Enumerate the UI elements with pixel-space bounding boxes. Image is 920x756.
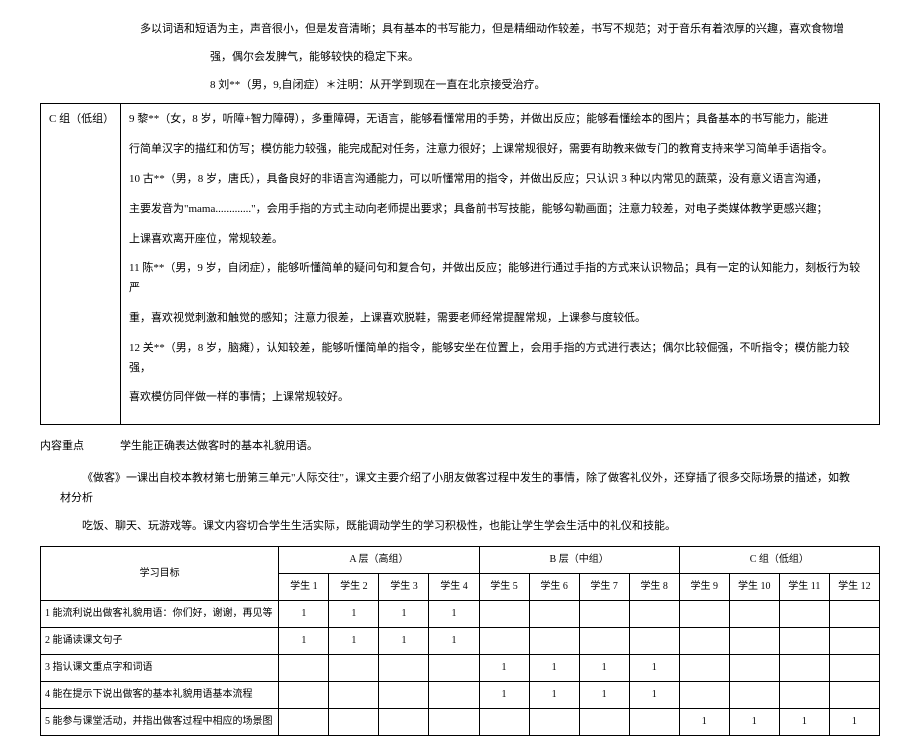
gc-p4: 主要发音为"mama............."，会用手指的方式主动向老师提出要… <box>129 200 871 220</box>
mark-cell: 1 <box>329 601 379 628</box>
gc-p2: 行简单汉字的描红和仿写；模仿能力较强，能完成配对任务，注意力很好；上课常规很好，… <box>129 140 871 160</box>
mark-cell: 1 <box>629 682 679 709</box>
group-c-table: C 组（低组） 9 黎**（女，8 岁，听障+智力障碍），多重障碍，无语言，能够… <box>40 103 880 425</box>
th-student: 学生 9 <box>679 574 729 601</box>
mark-cell <box>329 682 379 709</box>
focus-section: 内容重点 学生能正确表达做客时的基本礼貌用语。 <box>40 437 880 457</box>
mark-cell: 1 <box>829 709 879 736</box>
th-student: 学生 3 <box>379 574 429 601</box>
mark-cell <box>679 655 729 682</box>
gc-p8: 12 关**（男，8 岁，脑瘫），认知较差，能够听懂简单的指令，能够安坐在位置上… <box>129 339 871 379</box>
th-group-b: B 层（中组） <box>479 547 679 574</box>
th-student: 学生 4 <box>429 574 479 601</box>
mark-cell <box>479 709 529 736</box>
mark-cell: 1 <box>479 682 529 709</box>
analysis-p2: 吃饭、聊天、玩游戏等。课文内容切合学生生活实际，既能调动学生的学习积极性，也能让… <box>60 517 860 537</box>
goal-row: 1 能流利说出做客礼貌用语：你们好，谢谢，再见等1111 <box>41 601 880 628</box>
gc-p9: 喜欢模仿同伴做一样的事情；上课常规较好。 <box>129 388 871 408</box>
goal-text: 3 指认课文重点字和词语 <box>41 655 279 682</box>
mark-cell <box>779 682 829 709</box>
th-student: 学生 5 <box>479 574 529 601</box>
th-student: 学生 10 <box>729 574 779 601</box>
mark-cell <box>279 682 329 709</box>
mark-cell <box>629 601 679 628</box>
focus-label: 内容重点 <box>40 437 120 457</box>
goal-row: 3 指认课文重点字和词语1111 <box>41 655 880 682</box>
mark-cell: 1 <box>629 655 679 682</box>
mark-cell: 1 <box>579 655 629 682</box>
intro-line3: 8 刘**（男，9,自闭症）＊注明：从开学到现在一直在北京接受治疗。 <box>210 76 880 96</box>
mark-cell <box>429 682 479 709</box>
th-student: 学生 11 <box>779 574 829 601</box>
goal-row: 5 能参与课堂活动，并指出做客过程中相应的场景图1111 <box>41 709 880 736</box>
mark-cell <box>579 601 629 628</box>
mark-cell <box>379 655 429 682</box>
th-student: 学生 2 <box>329 574 379 601</box>
mark-cell: 1 <box>579 682 629 709</box>
gc-p3: 10 古**（男，8 岁，唐氏），具备良好的非语言沟通能力，可以听懂常用的指令，… <box>129 170 871 190</box>
gc-p7: 重，喜欢视觉刺激和触觉的感知；注意力很差，上课喜欢脱鞋，需要老师经常提醒常规，上… <box>129 309 871 329</box>
mark-cell <box>279 655 329 682</box>
th-group-a: A 层（高组） <box>279 547 479 574</box>
mark-cell <box>379 709 429 736</box>
mark-cell: 1 <box>379 601 429 628</box>
mark-cell <box>529 601 579 628</box>
mark-cell <box>329 655 379 682</box>
th-student: 学生 8 <box>629 574 679 601</box>
mark-cell: 1 <box>429 601 479 628</box>
goal-text: 1 能流利说出做客礼貌用语：你们好，谢谢，再见等 <box>41 601 279 628</box>
mark-cell <box>779 655 829 682</box>
mark-cell <box>379 682 429 709</box>
mark-cell <box>629 709 679 736</box>
mark-cell <box>829 601 879 628</box>
mark-cell: 1 <box>279 601 329 628</box>
mark-cell <box>279 709 329 736</box>
th-student: 学生 1 <box>279 574 329 601</box>
gc-p5: 上课喜欢离开座位，常规较差。 <box>129 230 871 250</box>
analysis-p1: 《做客》一课出自校本教材第七册第三单元"人际交往"，课文主要介绍了小朋友做客过程… <box>60 469 860 509</box>
mark-cell: 1 <box>529 655 579 682</box>
intro-line1: 多以词语和短语为主，声音很小，但是发音清晰；具有基本的书写能力，但是精细动作较差… <box>140 20 880 40</box>
th-goal: 学习目标 <box>41 547 279 601</box>
gc-p1: 9 黎**（女，8 岁，听障+智力障碍），多重障碍，无语言，能够看懂常用的手势，… <box>129 110 871 130</box>
mark-cell <box>479 601 529 628</box>
mark-cell <box>679 682 729 709</box>
mark-cell <box>529 709 579 736</box>
mark-cell <box>729 655 779 682</box>
goal-row: 4 能在提示下说出做客的基本礼貌用语基本流程1111 <box>41 682 880 709</box>
mark-cell <box>329 709 379 736</box>
th-student: 学生 6 <box>529 574 579 601</box>
mark-cell <box>429 709 479 736</box>
focus-content: 学生能正确表达做客时的基本礼貌用语。 <box>120 437 880 457</box>
group-c-label: C 组（低组） <box>41 104 121 425</box>
mark-cell: 1 <box>479 655 529 682</box>
mark-cell <box>429 655 479 682</box>
group-c-content: 9 黎**（女，8 岁，听障+智力障碍），多重障碍，无语言，能够看懂常用的手势，… <box>121 104 880 425</box>
intro-line2: 强，偶尔会发脾气，能够较快的稳定下来。 <box>210 48 880 68</box>
th-group-c: C 组（低组） <box>679 547 879 574</box>
gc-p6: 11 陈**（男，9 岁，自闭症），能够听懂简单的疑问句和复合句，并做出反应；能… <box>129 259 871 299</box>
goal-text: 4 能在提示下说出做客的基本礼貌用语基本流程 <box>41 682 279 709</box>
learning-target-table: 学习目标 A 层（高组） B 层（中组） C 组（低组） 学生 1 学生 2 学… <box>40 546 880 736</box>
goal-text: 5 能参与课堂活动，并指出做客过程中相应的场景图 <box>41 709 279 736</box>
mark-cell <box>729 682 779 709</box>
mark-cell <box>679 601 729 628</box>
mark-cell <box>829 682 879 709</box>
th-student: 学生 12 <box>829 574 879 601</box>
mark-cell: 1 <box>779 709 829 736</box>
mark-cell <box>579 709 629 736</box>
mark-cell: 1 <box>679 709 729 736</box>
mark-cell <box>729 601 779 628</box>
mark-cell: 1 <box>529 682 579 709</box>
th-student: 学生 7 <box>579 574 629 601</box>
mark-cell <box>779 601 829 628</box>
mark-cell <box>829 655 879 682</box>
mark-cell: 1 <box>729 709 779 736</box>
